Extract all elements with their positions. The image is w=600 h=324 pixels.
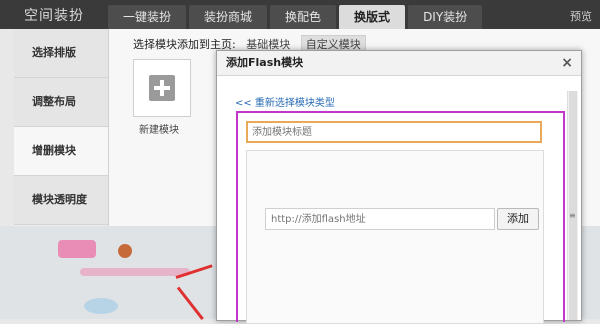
add-flash-module-dialog: 添加Flash模块 × << 重新选择模块类型 添加 ≡ bbox=[216, 50, 582, 324]
blurred-cloud bbox=[84, 298, 118, 314]
tab-change-layout[interactable]: 换版式 bbox=[339, 5, 406, 29]
dialog-header: 添加Flash模块 × bbox=[217, 51, 581, 76]
tab-dress-mall[interactable]: 装扮商城 bbox=[189, 5, 268, 29]
top-tabs: 一键装扮 装扮商城 换配色 换版式 DIY装扮 bbox=[108, 5, 483, 29]
sidebar-item-select-layout[interactable]: 选择排版 bbox=[14, 29, 108, 78]
plus-icon bbox=[149, 75, 175, 101]
flash-content-area: 添加 bbox=[246, 150, 544, 324]
preview-link[interactable]: 预览 bbox=[570, 8, 592, 24]
scroll-grip-icon: ≡ bbox=[569, 211, 576, 220]
blurred-emoji-icon bbox=[118, 244, 132, 258]
top-bar: 空间装扮 一键装扮 装扮商城 换配色 换版式 DIY装扮 预览 bbox=[0, 0, 600, 29]
highlight-frame: 添加 bbox=[236, 111, 565, 324]
module-title-input[interactable] bbox=[246, 121, 542, 143]
scrollbar-thumb[interactable] bbox=[569, 91, 577, 320]
add-button[interactable]: 添加 bbox=[497, 208, 539, 230]
sidebar-item-add-remove-modules[interactable]: 增删模块 bbox=[14, 127, 108, 176]
sidebar: 选择排版 调整布局 增删模块 模块透明度 bbox=[14, 29, 109, 226]
red-arrow-icon-2 bbox=[176, 286, 204, 320]
scrollbar[interactable]: ≡ bbox=[567, 91, 578, 320]
sidebar-item-module-transparency[interactable]: 模块透明度 bbox=[14, 176, 108, 225]
tab-one-click-dress[interactable]: 一键装扮 bbox=[108, 5, 187, 29]
tab-change-color[interactable]: 换配色 bbox=[270, 5, 337, 29]
blurred-text-line bbox=[80, 268, 190, 276]
new-module-button[interactable] bbox=[133, 59, 191, 117]
tab-diy[interactable]: DIY装扮 bbox=[408, 5, 483, 29]
blurred-avatar bbox=[58, 240, 96, 258]
flash-url-input[interactable] bbox=[265, 208, 495, 230]
reselect-module-type-link[interactable]: << 重新选择模块类型 bbox=[235, 94, 335, 109]
dialog-title: 添加Flash模块 bbox=[226, 56, 304, 69]
new-module-label: 新建模块 bbox=[139, 125, 179, 136]
close-icon[interactable]: × bbox=[561, 51, 573, 75]
app-brand: 空间装扮 bbox=[24, 8, 84, 24]
sidebar-item-adjust-layout[interactable]: 调整布局 bbox=[14, 78, 108, 127]
